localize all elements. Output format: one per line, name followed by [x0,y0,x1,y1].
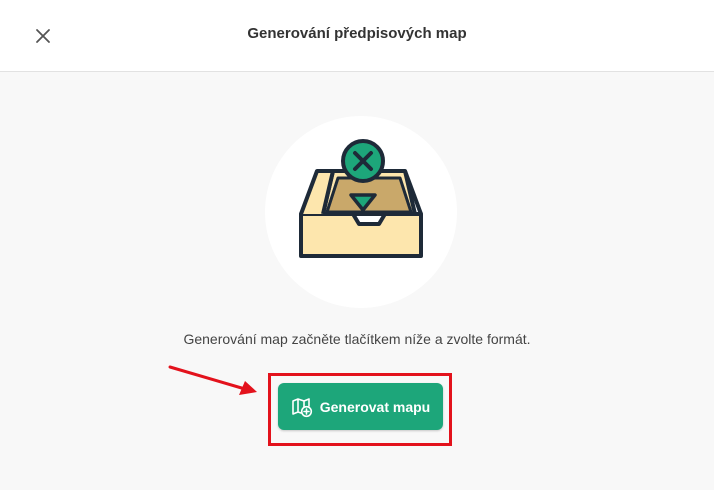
dialog-content: Generování map začněte tlačítkem níže a … [0,73,714,490]
generate-map-label: Generovat mapu [319,398,431,415]
empty-state-message: Generování map začněte tlačítkem níže a … [183,331,531,347]
map-plus-icon [291,397,312,417]
dialog-title: Generování předpisových map [247,25,467,42]
annotation-arrow [168,365,257,395]
dialog-header: Generování předpisových map [0,0,714,72]
empty-state-illustration [265,116,457,308]
generate-map-button[interactable]: Generovat mapu [278,383,443,430]
empty-inbox-icon [299,139,423,258]
